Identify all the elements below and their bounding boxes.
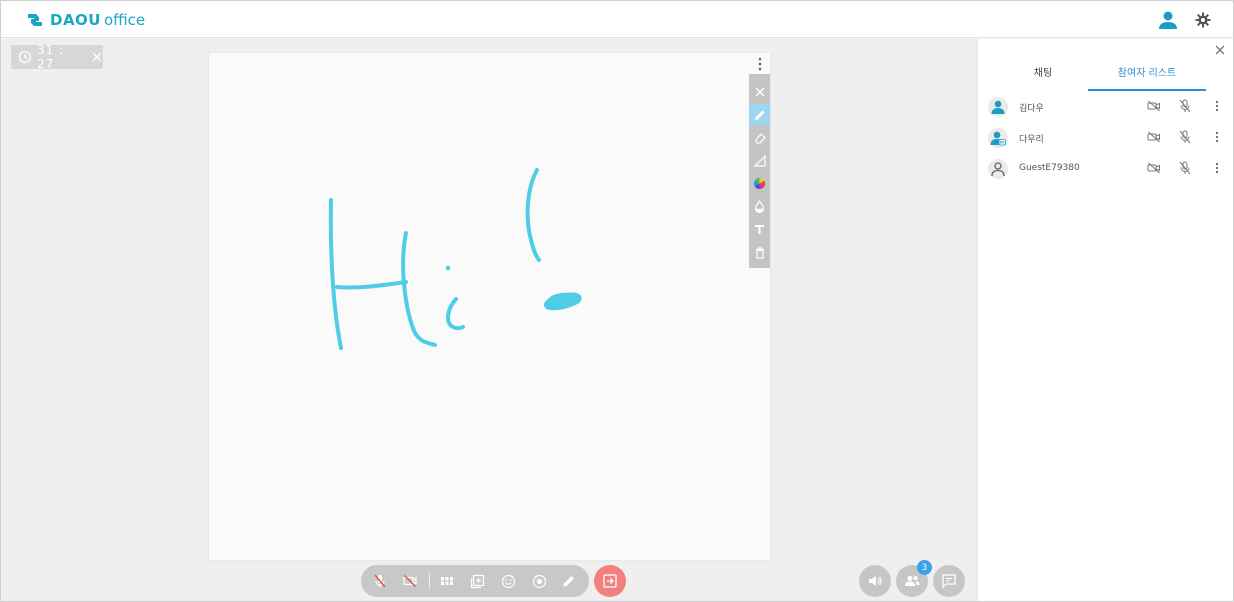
panel-tabs: 채팅 참여자 리스트 [978,63,1233,91]
daou-office-logo[interactable]: DAOU office [25,9,145,31]
participants-count-badge: 3 [917,560,932,575]
app-window: DAOU office 31: 27 3 채팅 참여자 리스트 김다우 다우리… [0,0,1234,602]
close-icon[interactable] [749,81,770,102]
camera-off-icon[interactable] [1147,130,1161,144]
whiteboard-drawing [328,168,582,350]
more-options-icon[interactable] [1210,130,1224,144]
stroke-exclaim-line [525,168,541,262]
record-icon[interactable] [529,571,549,591]
whiteboard-toolbar [749,74,770,268]
speaker-icon [867,573,883,589]
stroke-h-bar [335,280,408,290]
stroke-i-body [446,297,465,331]
whiteboard-more-icon[interactable] [753,57,767,73]
line-icon[interactable] [749,150,770,171]
whiteboard-canvas[interactable] [209,53,770,560]
meeting-controls [361,565,589,597]
opacity-drop-icon[interactable] [749,196,770,217]
side-panel: 채팅 참여자 리스트 김다우 다우리 GuestE79380 [977,39,1233,601]
member-avatar-icon [988,128,1008,148]
pen-icon[interactable] [749,104,770,125]
stroke-exclaim-dot [544,292,582,311]
timer-value: 31 : 27 [37,43,65,71]
camera-off-icon[interactable] [1147,99,1161,113]
exit-meeting-button[interactable] [594,565,626,597]
mic-off-icon[interactable] [1178,130,1192,144]
eraser-icon[interactable] [749,127,770,148]
stroke-h-left [328,198,343,350]
meeting-stage: 31 : 27 3 [1,39,977,601]
clock-icon [18,50,32,64]
participant-row[interactable]: 다우리 [978,126,1233,154]
camera-off-icon[interactable] [400,571,420,591]
color-wheel-icon[interactable] [749,173,770,194]
emoji-icon[interactable] [498,571,518,591]
stroke-i-dot [445,265,451,271]
user-icon[interactable] [1157,9,1179,31]
participant-row[interactable]: 김다우 [978,95,1233,123]
add-screen-icon[interactable] [467,571,487,591]
top-header: DAOU office [1,1,1233,38]
close-panel-icon[interactable] [1214,44,1228,58]
more-options-icon[interactable] [1210,161,1224,175]
exit-icon [602,573,618,589]
trash-icon[interactable] [749,242,770,263]
guest-avatar-icon [988,159,1008,179]
chat-button[interactable] [933,565,965,597]
camera-off-icon[interactable] [1147,161,1161,175]
speaker-button[interactable] [859,565,891,597]
chat-icon [941,573,957,589]
more-options-icon[interactable] [1210,99,1224,113]
daou-logo-icon [25,10,45,30]
participants-icon [904,574,920,588]
participant-name: 김다우 [1019,104,1044,114]
participant-row[interactable]: GuestE79380 [978,157,1233,185]
mic-off-icon[interactable] [1178,161,1192,175]
tab-participants[interactable]: 참여자 리스트 [1088,63,1206,91]
stroke-h-right [401,231,437,347]
tab-chat[interactable]: 채팅 [988,63,1098,91]
logo-text-daou: DAOU [50,11,101,29]
gear-icon[interactable] [1192,9,1214,31]
participant-name: GuestE79380 [1019,163,1080,173]
controls-divider [429,573,430,589]
mic-off-icon[interactable] [370,571,390,591]
host-avatar-icon [988,97,1008,117]
mic-off-icon[interactable] [1178,99,1192,113]
close-timer-icon[interactable] [91,51,103,63]
participant-name: 다우리 [1019,135,1044,145]
text-icon[interactable] [749,219,770,240]
logo-text-office: office [104,11,146,29]
meeting-timer: 31 : 27 [11,43,103,71]
grid-layout-icon[interactable] [437,571,457,591]
annotate-pen-icon[interactable] [559,571,579,591]
